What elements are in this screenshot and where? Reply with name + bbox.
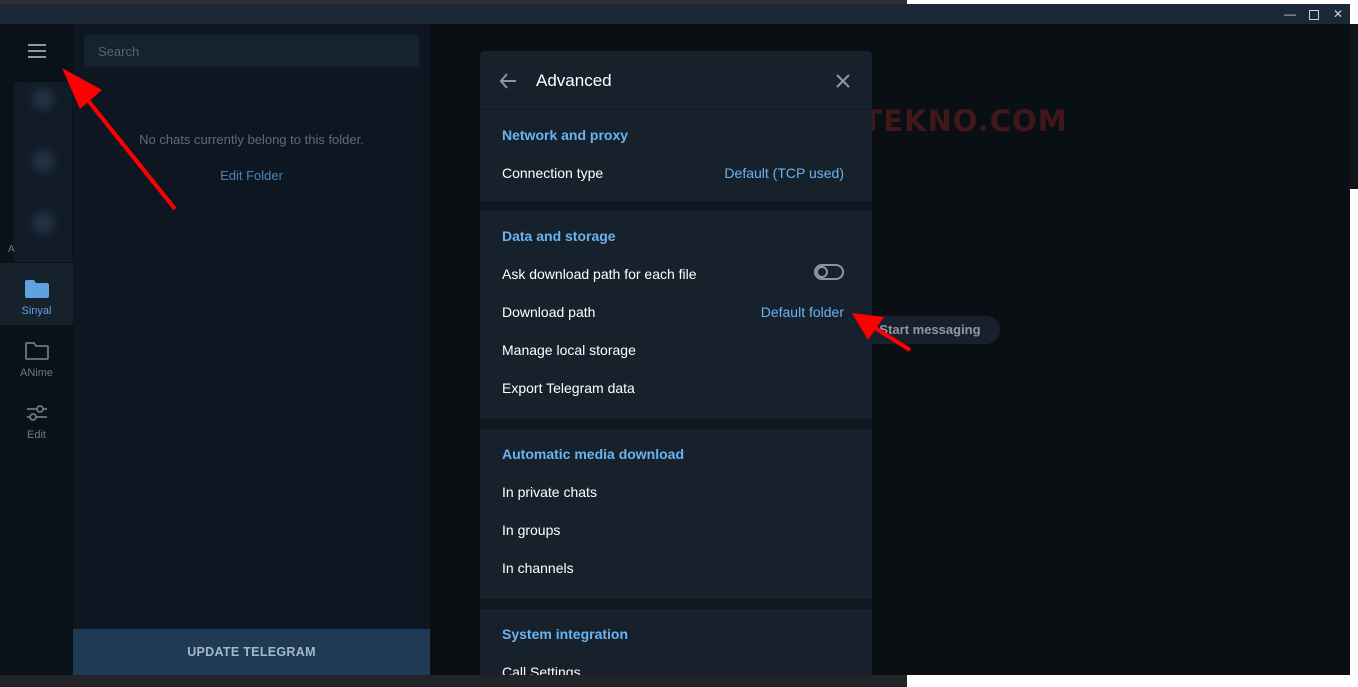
menu-icon-line (28, 56, 46, 58)
row-ask-download-path[interactable]: Ask download path for each file (502, 264, 844, 286)
hamburger-menu-button[interactable] (22, 40, 52, 64)
blurred-avatars (14, 82, 72, 262)
download-path-value[interactable]: Default folder (761, 304, 844, 320)
chat-list-panel: Search No chats currently belong to this… (73, 24, 430, 675)
folder-tab-anime[interactable]: ANime (0, 325, 73, 387)
row-connection-type[interactable]: Connection type Default (TCP used) (502, 165, 844, 185)
back-button[interactable] (498, 71, 518, 91)
row-label: In private chats (502, 484, 597, 500)
search-placeholder: Search (98, 44, 140, 59)
row-export-telegram-data[interactable]: Export Telegram data (502, 380, 844, 400)
row-label: Download path (502, 304, 596, 320)
row-label: Connection type (502, 165, 604, 181)
row-label: Manage local storage (502, 342, 636, 358)
row-download-path[interactable]: Download path Default folder (502, 304, 844, 324)
dialog-header: Advanced (480, 51, 872, 110)
section-divider (480, 419, 872, 429)
truncated-label: A (8, 244, 15, 255)
folder-tab-edit[interactable]: Edit (0, 387, 73, 449)
section-title-data-storage: Data and storage (502, 228, 616, 244)
maximize-button[interactable] (1302, 4, 1326, 24)
row-label: Call Settings (502, 664, 581, 675)
row-call-settings[interactable]: Call Settings (502, 664, 844, 675)
row-private-chats[interactable]: In private chats (502, 484, 844, 504)
row-label: In channels (502, 560, 574, 576)
folder-label: Edit (27, 429, 46, 441)
title-bar: — ✕ (0, 4, 1350, 24)
background-strip-bottom-right (907, 675, 1358, 687)
sliders-icon (24, 403, 50, 423)
close-dialog-button[interactable] (834, 72, 852, 90)
update-telegram-button[interactable]: UPDATE TELEGRAM (73, 629, 430, 675)
minimize-button[interactable]: — (1278, 4, 1302, 24)
close-window-button[interactable]: ✕ (1326, 4, 1350, 24)
maximize-icon (1309, 9, 1319, 20)
section-divider (480, 201, 872, 211)
blurred-avatar (32, 88, 54, 110)
folder-rail: A Sinyal ANime Edit (0, 24, 73, 675)
connection-type-value[interactable]: Default (TCP used) (724, 165, 844, 181)
ask-download-path-toggle[interactable] (814, 264, 844, 280)
section-divider (480, 599, 872, 609)
folder-label: Sinyal (21, 305, 52, 317)
background-strip-right-dark (1350, 24, 1358, 189)
row-label: Ask download path for each file (502, 266, 697, 282)
close-icon (836, 74, 850, 88)
menu-icon (28, 44, 46, 46)
blurred-avatar (32, 212, 54, 234)
folder-tab-sinyal[interactable]: Sinyal (0, 263, 73, 325)
toggle-knob (816, 266, 828, 278)
arrow-left-icon (499, 73, 516, 89)
row-label: In groups (502, 522, 561, 538)
section-title-network: Network and proxy (502, 127, 629, 143)
empty-folder-message: No chats currently belong to this folder… (139, 132, 364, 147)
row-manage-local-storage[interactable]: Manage local storage (502, 342, 844, 362)
row-label: Export Telegram data (502, 380, 635, 396)
folder-outline-icon (24, 341, 50, 361)
dialog-title: Advanced (536, 71, 612, 90)
blurred-avatar (32, 150, 54, 172)
folder-filled-icon (24, 279, 50, 299)
start-messaging-badge: Start messaging (860, 316, 1000, 344)
section-title-system-integration: System integration (502, 626, 629, 642)
menu-icon-line (28, 50, 46, 52)
search-input[interactable]: Search (84, 35, 419, 67)
folder-label: ANime (19, 367, 53, 379)
row-groups[interactable]: In groups (502, 522, 844, 542)
row-channels[interactable]: In channels (502, 560, 844, 580)
advanced-settings-dialog: Advanced Network and proxy Connection ty… (480, 51, 872, 675)
edit-folder-link[interactable]: Edit Folder (73, 168, 430, 183)
section-title-auto-media: Automatic media download (502, 446, 685, 462)
